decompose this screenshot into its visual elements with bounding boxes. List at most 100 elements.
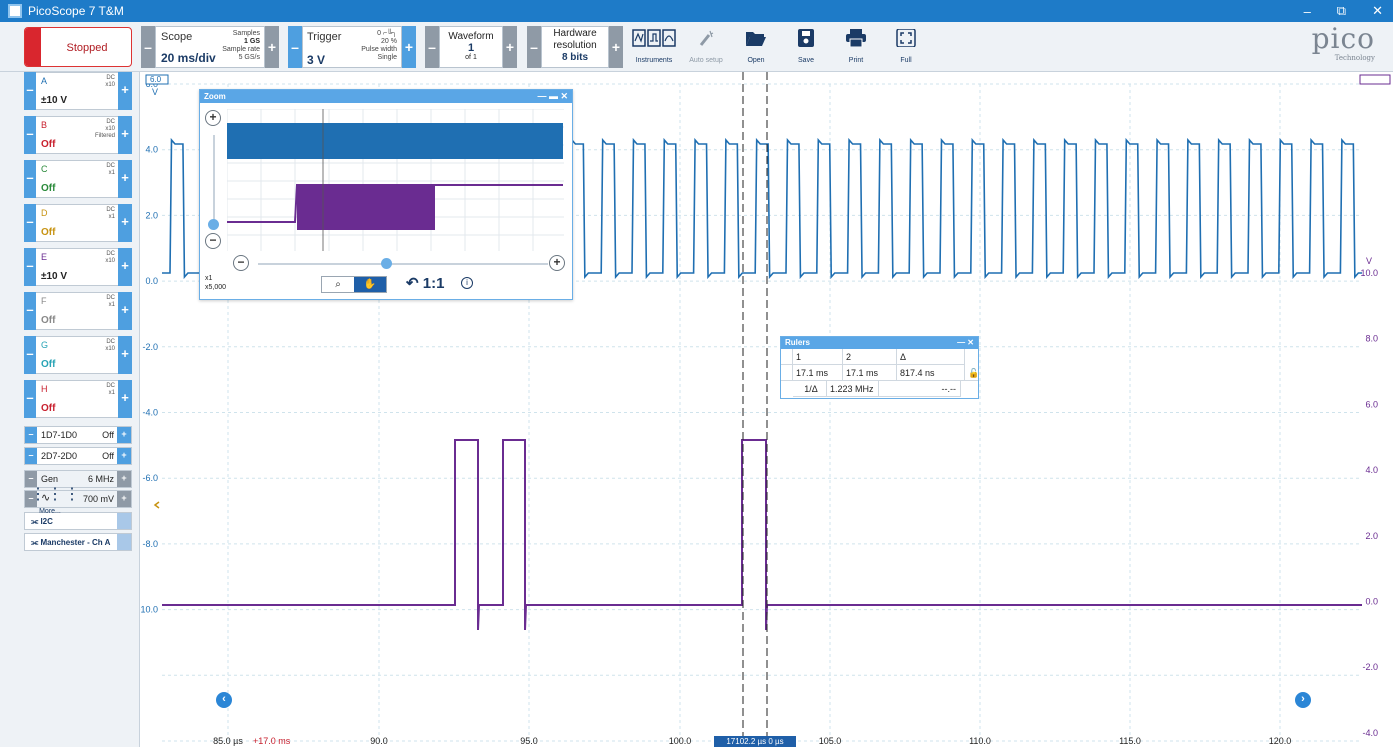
zoom-out-horizontal-button[interactable]: − [233, 255, 249, 271]
channel-d-plus-button[interactable]: + [118, 204, 132, 242]
zoom-overview-waveform[interactable] [227, 109, 564, 251]
trash-icon[interactable] [117, 534, 131, 550]
resolution-plus-button[interactable]: + [609, 26, 623, 68]
channel-range: Off [41, 403, 56, 414]
waveform-prev-button[interactable]: – [425, 26, 439, 68]
channel-e-plus-button[interactable]: + [118, 248, 132, 286]
horizontal-zoom-track[interactable] [258, 263, 548, 265]
left-axis-tick-label: -8.0 [142, 539, 158, 549]
channel-g-minus-button[interactable]: – [24, 336, 36, 374]
channel-h-minus-button[interactable]: – [24, 380, 36, 418]
channel-b-control[interactable]: B DC x10 Filtered Off [24, 116, 132, 154]
digital-2-plus-button[interactable]: + [117, 448, 131, 464]
channel-b-plus-button[interactable]: + [118, 116, 132, 154]
ruler-value-1: 17.1 ms [793, 365, 843, 381]
channel-f-plus-button[interactable]: + [118, 292, 132, 330]
restore-button[interactable]: ⧉ [1337, 3, 1346, 19]
channel-probe: x1 [108, 170, 115, 176]
gen-ampl-plus-button[interactable]: + [117, 491, 131, 507]
trigger-label: Trigger [307, 31, 342, 43]
trigger-plus-button[interactable]: + [402, 26, 416, 68]
channel-name: G [41, 340, 49, 350]
timebase-plus-button[interactable]: + [265, 26, 279, 68]
timebase-value: 20 ms/div [161, 51, 216, 65]
horizontal-zoom-handle[interactable] [381, 258, 392, 269]
channel-d-minus-button[interactable]: – [24, 204, 36, 242]
scroll-left-button[interactable]: ‹ [216, 692, 232, 708]
samples-value: 1 GS [244, 38, 260, 45]
hand-icon[interactable]: ✋ [354, 277, 386, 292]
channel-f-minus-button[interactable]: – [24, 292, 36, 330]
channel-d-control[interactable]: D DC x1 Off [24, 204, 132, 242]
lock-icon[interactable]: 🔓 [965, 365, 979, 381]
zoom-out-vertical-button[interactable]: − [205, 233, 221, 249]
channel-h-plus-button[interactable]: + [118, 380, 132, 418]
info-icon[interactable]: i [461, 277, 473, 289]
zoom-in-vertical-button[interactable]: + [205, 110, 221, 126]
digital-group-1[interactable]: – 1D7-1D0 Off + [24, 426, 132, 444]
resolution-minus-button[interactable]: – [527, 26, 541, 68]
channel-a-control[interactable]: A DC x10 ±10 V [24, 72, 132, 110]
trigger-minus-button[interactable]: – [288, 26, 302, 68]
channel-b-minus-button[interactable]: – [24, 116, 36, 154]
minimize-button[interactable]: – [1304, 4, 1311, 19]
rulers-window-controls[interactable]: — ✕ [957, 337, 974, 349]
instruments-button[interactable]: Instruments [628, 26, 680, 70]
decoder-manchester[interactable]: ⫘ Manchester - Ch A [24, 533, 132, 551]
digital-group-2[interactable]: – 2D7-2D0 Off + [24, 447, 132, 465]
vertical-zoom-track[interactable] [213, 135, 215, 230]
channel-e-control[interactable]: E DC x10 ±10 V [24, 248, 132, 286]
channel-a-plus-button[interactable]: + [118, 72, 132, 110]
scroll-right-button[interactable]: › [1295, 692, 1311, 708]
channel-c-minus-button[interactable]: – [24, 160, 36, 198]
rulers-title: Rulers [785, 338, 810, 347]
gen-freq-minus-button[interactable]: – [25, 471, 37, 487]
instruments-icon [632, 29, 676, 47]
zoom-in-horizontal-button[interactable]: + [549, 255, 565, 271]
channel-c-plus-button[interactable]: + [118, 160, 132, 198]
open-button[interactable]: Open [730, 26, 782, 70]
waveform-next-button[interactable]: + [503, 26, 517, 68]
channel-probe: x10 [105, 258, 115, 264]
channel-g-control[interactable]: G DC x10 Off [24, 336, 132, 374]
rulers-panel[interactable]: Rulers — ✕ 1 2 Δ 17.1 ms 17.1 ms 817.4 n… [780, 336, 979, 399]
digital-2-minus-button[interactable]: – [25, 448, 37, 464]
expand-icon [896, 28, 916, 48]
scope-box[interactable]: Scope 20 ms/div Samples 1 GS Sample rate… [155, 26, 265, 68]
digital-1-minus-button[interactable]: – [25, 427, 37, 443]
channel-c-control[interactable]: C DC x1 Off [24, 160, 132, 198]
ruler-freq-label: 1/Δ [793, 381, 827, 397]
decoder-manchester-name: Manchester - Ch A [40, 538, 111, 547]
channel-coupling: DC [106, 383, 115, 389]
zoom-reset-button[interactable]: ↶ 1:1 [406, 274, 444, 292]
channel-f-control[interactable]: F DC x1 Off [24, 292, 132, 330]
gen-freq-plus-button[interactable]: + [117, 471, 131, 487]
channel-g-plus-button[interactable]: + [118, 336, 132, 374]
more-button[interactable]: ⋮⋮⋮ More... [30, 487, 80, 516]
waveform-box: Waveform 1 of 1 [439, 26, 503, 68]
vertical-zoom-handle[interactable] [208, 219, 219, 230]
channel-coupling: DC [106, 119, 115, 125]
timebase-minus-button[interactable]: – [141, 26, 155, 68]
channel-a-minus-button[interactable]: – [24, 72, 36, 110]
close-button[interactable]: ✕ [1372, 3, 1383, 19]
trigger-box[interactable]: Trigger 3 V 0 ⌐╚┐ 20 % Pulse width Singl… [302, 26, 402, 68]
resolution-label-2: resolution [553, 40, 597, 51]
channel-e-minus-button[interactable]: – [24, 248, 36, 286]
zoom-overview-panel[interactable]: Zoom — ▬ ✕ + − − + x1 x5,000 ⌕ ✋ ↶ 1:1 i [199, 89, 573, 300]
zoom-window-controls[interactable]: — ▬ ✕ [537, 90, 568, 103]
x-axis-tick-label: 100.0 [669, 736, 692, 746]
channel-probe: x1 [108, 214, 115, 220]
trash-icon[interactable] [117, 513, 131, 529]
logo-sub: Technology [1334, 54, 1375, 62]
print-button[interactable]: Print [830, 26, 882, 70]
auto-setup-button[interactable]: Auto setup [680, 26, 732, 70]
full-screen-button[interactable]: Full [880, 26, 932, 70]
digital-1-plus-button[interactable]: + [117, 427, 131, 443]
channel-h-control[interactable]: H DC x1 Off [24, 380, 132, 418]
save-button[interactable]: Save [780, 26, 832, 70]
run-stop-button[interactable]: Stopped [24, 27, 132, 67]
x-axis-tick-label: 120.0 [1269, 736, 1292, 746]
trigger-edge: 0 [377, 30, 382, 37]
magnifier-icon[interactable]: ⌕ [322, 277, 354, 292]
